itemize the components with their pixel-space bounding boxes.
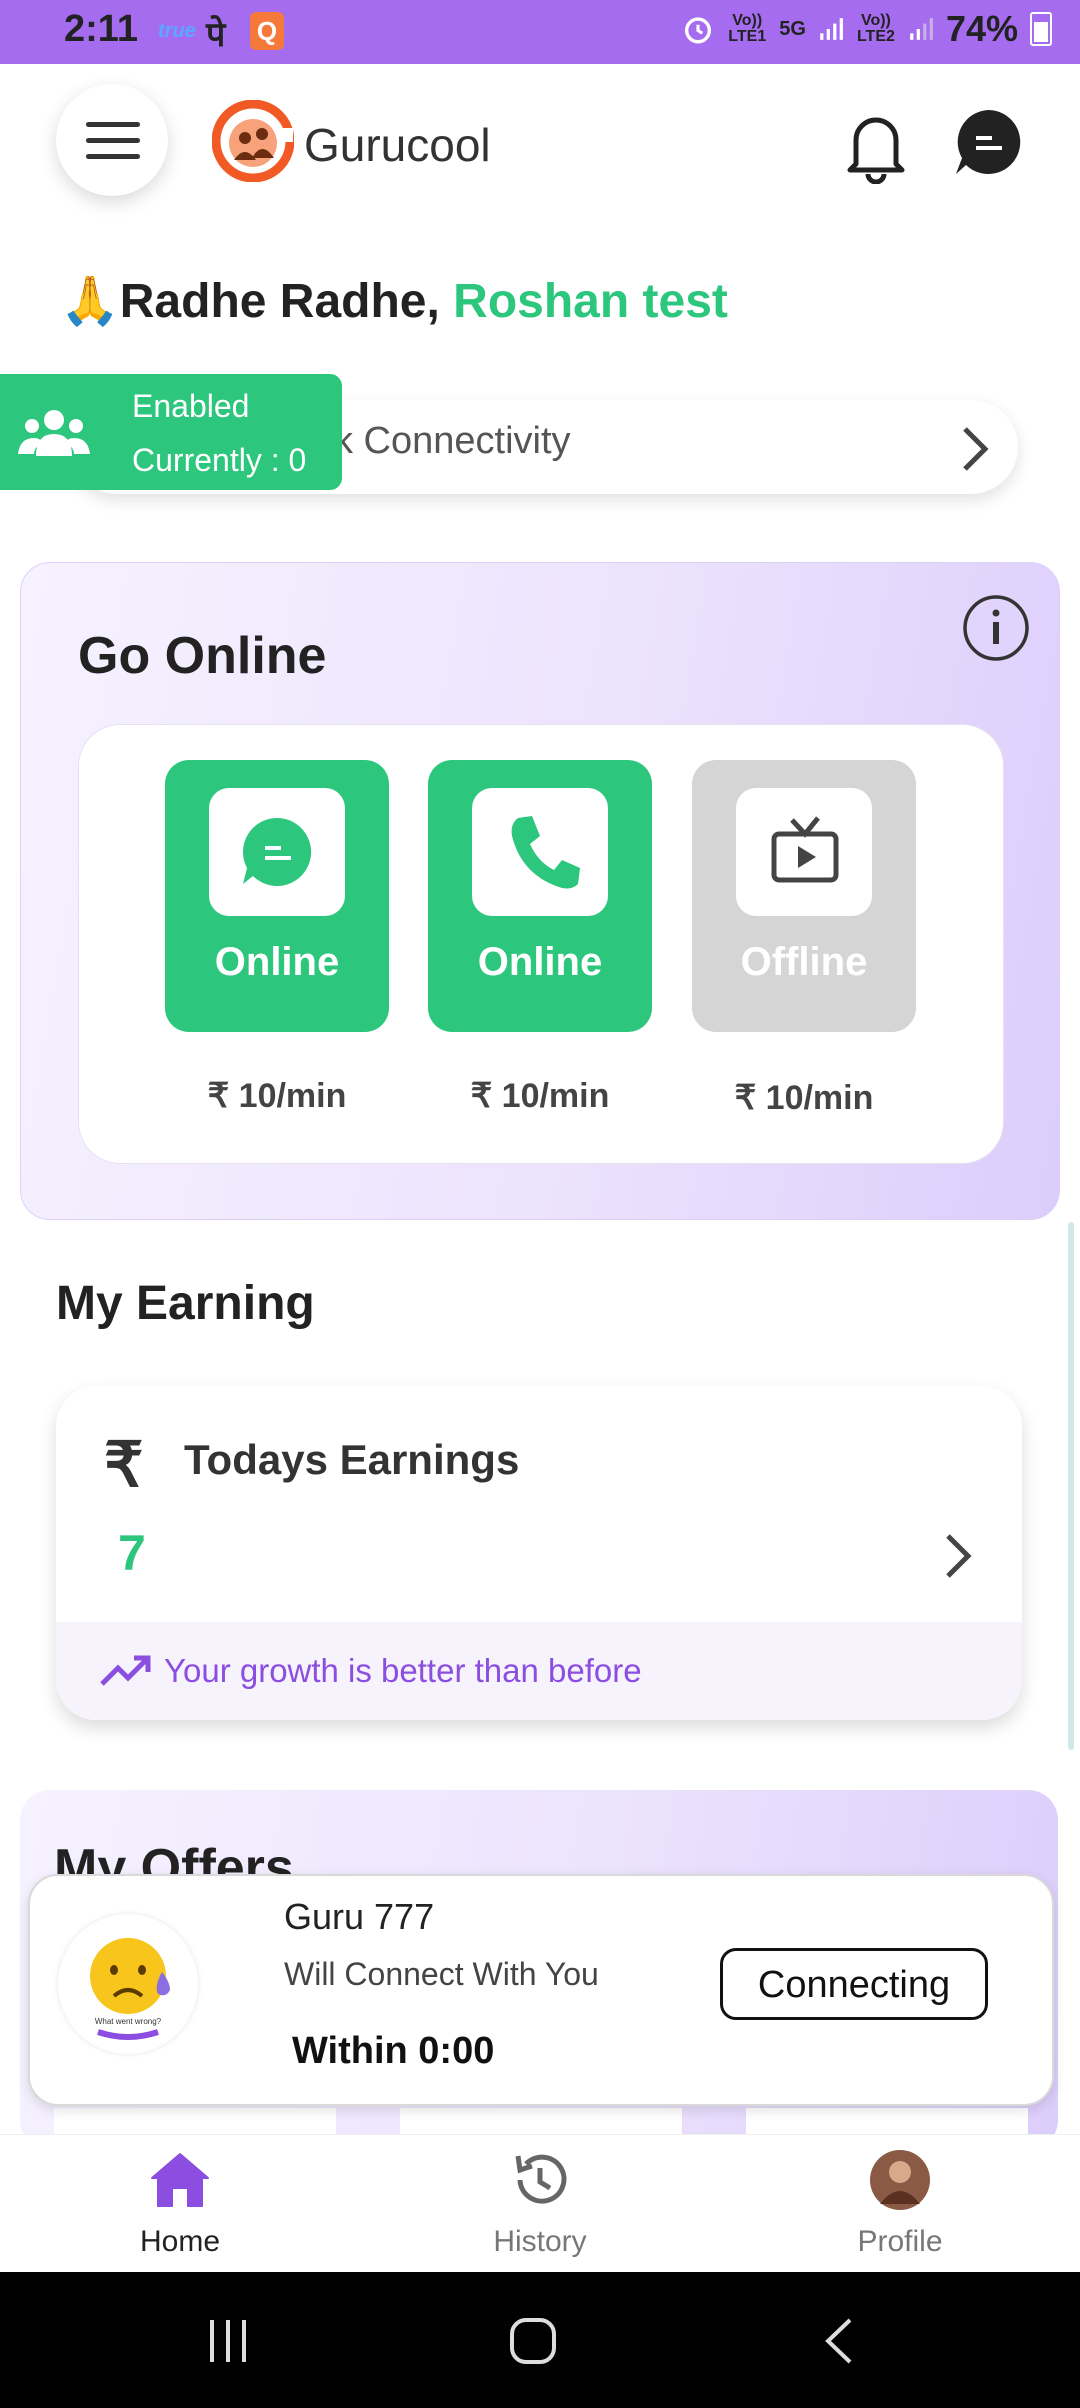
greeting: 🙏Radhe Radhe, Roshan test	[60, 272, 728, 329]
status-carrier-badge: true	[158, 20, 196, 42]
people-icon	[18, 410, 90, 456]
avatar-caption: What went wrong?	[95, 2017, 162, 2026]
menu-icon	[86, 122, 140, 127]
menu-icon-line	[86, 154, 140, 159]
chat-service-status: Online	[214, 940, 340, 984]
back-icon[interactable]	[820, 2316, 856, 2366]
chat-icon-box	[209, 788, 345, 916]
phone-icon	[511, 816, 580, 889]
my-earning-title: My Earning	[56, 1277, 315, 1330]
brand-name: Gurucool	[304, 119, 491, 171]
home-circle-icon[interactable]	[508, 2316, 558, 2366]
todays-earnings-value: 7	[118, 1525, 146, 1581]
home-icon	[151, 2153, 209, 2207]
sad-face-icon: What went wrong?	[90, 1938, 170, 2040]
history-icon	[515, 2154, 567, 2204]
status-network: 5G	[779, 18, 806, 40]
trending-up-icon	[100, 1655, 151, 1686]
status-app-icon-pe: पे	[206, 16, 226, 54]
guru-avatar: What went wrong?	[58, 1914, 198, 2054]
battery-icon	[1030, 12, 1052, 46]
pray-icon: 🙏	[60, 275, 120, 328]
greeting-prefix: Radhe Radhe,	[119, 275, 440, 328]
menu-icon-line	[86, 138, 140, 143]
connectivity-label: k Connectivity	[334, 420, 571, 462]
status-time: 2:11	[64, 8, 138, 50]
enabled-status: Enabled	[132, 388, 250, 424]
chat-service-toggle[interactable]: Online	[165, 760, 389, 1032]
scrollbar[interactable]	[1068, 1222, 1074, 1750]
popup-subtitle: Will Connect With You	[284, 1956, 599, 1992]
call-service-status: Online	[477, 940, 603, 984]
nav-profile-label: Profile	[857, 2225, 943, 2258]
call-service-price: ₹ 10/min	[470, 1077, 610, 1115]
status-right: Vo)) LTE1 5G Vo)) LTE2 74%	[681, 8, 1052, 50]
chat-icon[interactable]	[952, 106, 1024, 178]
todays-earnings-label: Todays Earnings	[184, 1436, 520, 1483]
nav-home-label: Home	[139, 2225, 221, 2258]
chevron-right-icon	[946, 1534, 972, 1578]
menu-button[interactable]	[56, 84, 168, 196]
info-icon[interactable]	[962, 594, 1030, 662]
alarm-icon	[685, 17, 712, 44]
nav-profile[interactable]: Profile	[800, 2148, 1000, 2259]
tv-icon-box	[736, 788, 872, 916]
video-service-status: Offline	[740, 940, 868, 984]
signal-icon-2	[910, 18, 933, 40]
growth-message: Your growth is better than before	[164, 1652, 642, 1689]
connecting-button[interactable]: Connecting	[720, 1948, 988, 2020]
call-service-toggle[interactable]: Online	[428, 760, 652, 1032]
signal-icon	[820, 18, 843, 40]
chevron-right-icon	[963, 427, 989, 471]
status-lte2: Vo)) LTE2	[856, 12, 895, 45]
recent-apps-icon[interactable]	[206, 2318, 254, 2364]
status-lte1: Vo)) LTE1	[728, 12, 767, 45]
battery-percent: 74%	[945, 8, 1018, 49]
greeting-name: Roshan test	[453, 275, 728, 328]
popup-timer: Within 0:00	[292, 2030, 495, 2072]
video-service-toggle[interactable]: Offline	[692, 760, 916, 1032]
go-online-title: Go Online	[78, 627, 327, 685]
enabled-count: Currently : 0	[132, 442, 307, 478]
nav-home[interactable]: Home	[80, 2148, 280, 2259]
phone-icon-box	[472, 788, 608, 916]
bell-icon[interactable]	[840, 104, 912, 184]
tv-icon	[771, 816, 839, 883]
video-service-price: ₹ 10/min	[734, 1079, 874, 1117]
guru-name: Guru 777	[284, 1896, 435, 1937]
system-navigation-bar	[0, 2272, 1080, 2408]
chat-service-price: ₹ 10/min	[207, 1077, 347, 1115]
nav-history-label: History	[493, 2225, 587, 2258]
profile-avatar	[870, 2150, 930, 2210]
status-app-icon-q: Q	[250, 12, 284, 50]
rupee-icon: ₹	[104, 1431, 144, 1500]
nav-history[interactable]: History	[440, 2148, 640, 2259]
chat-icon	[243, 817, 312, 886]
gurucool-logo	[212, 100, 294, 182]
